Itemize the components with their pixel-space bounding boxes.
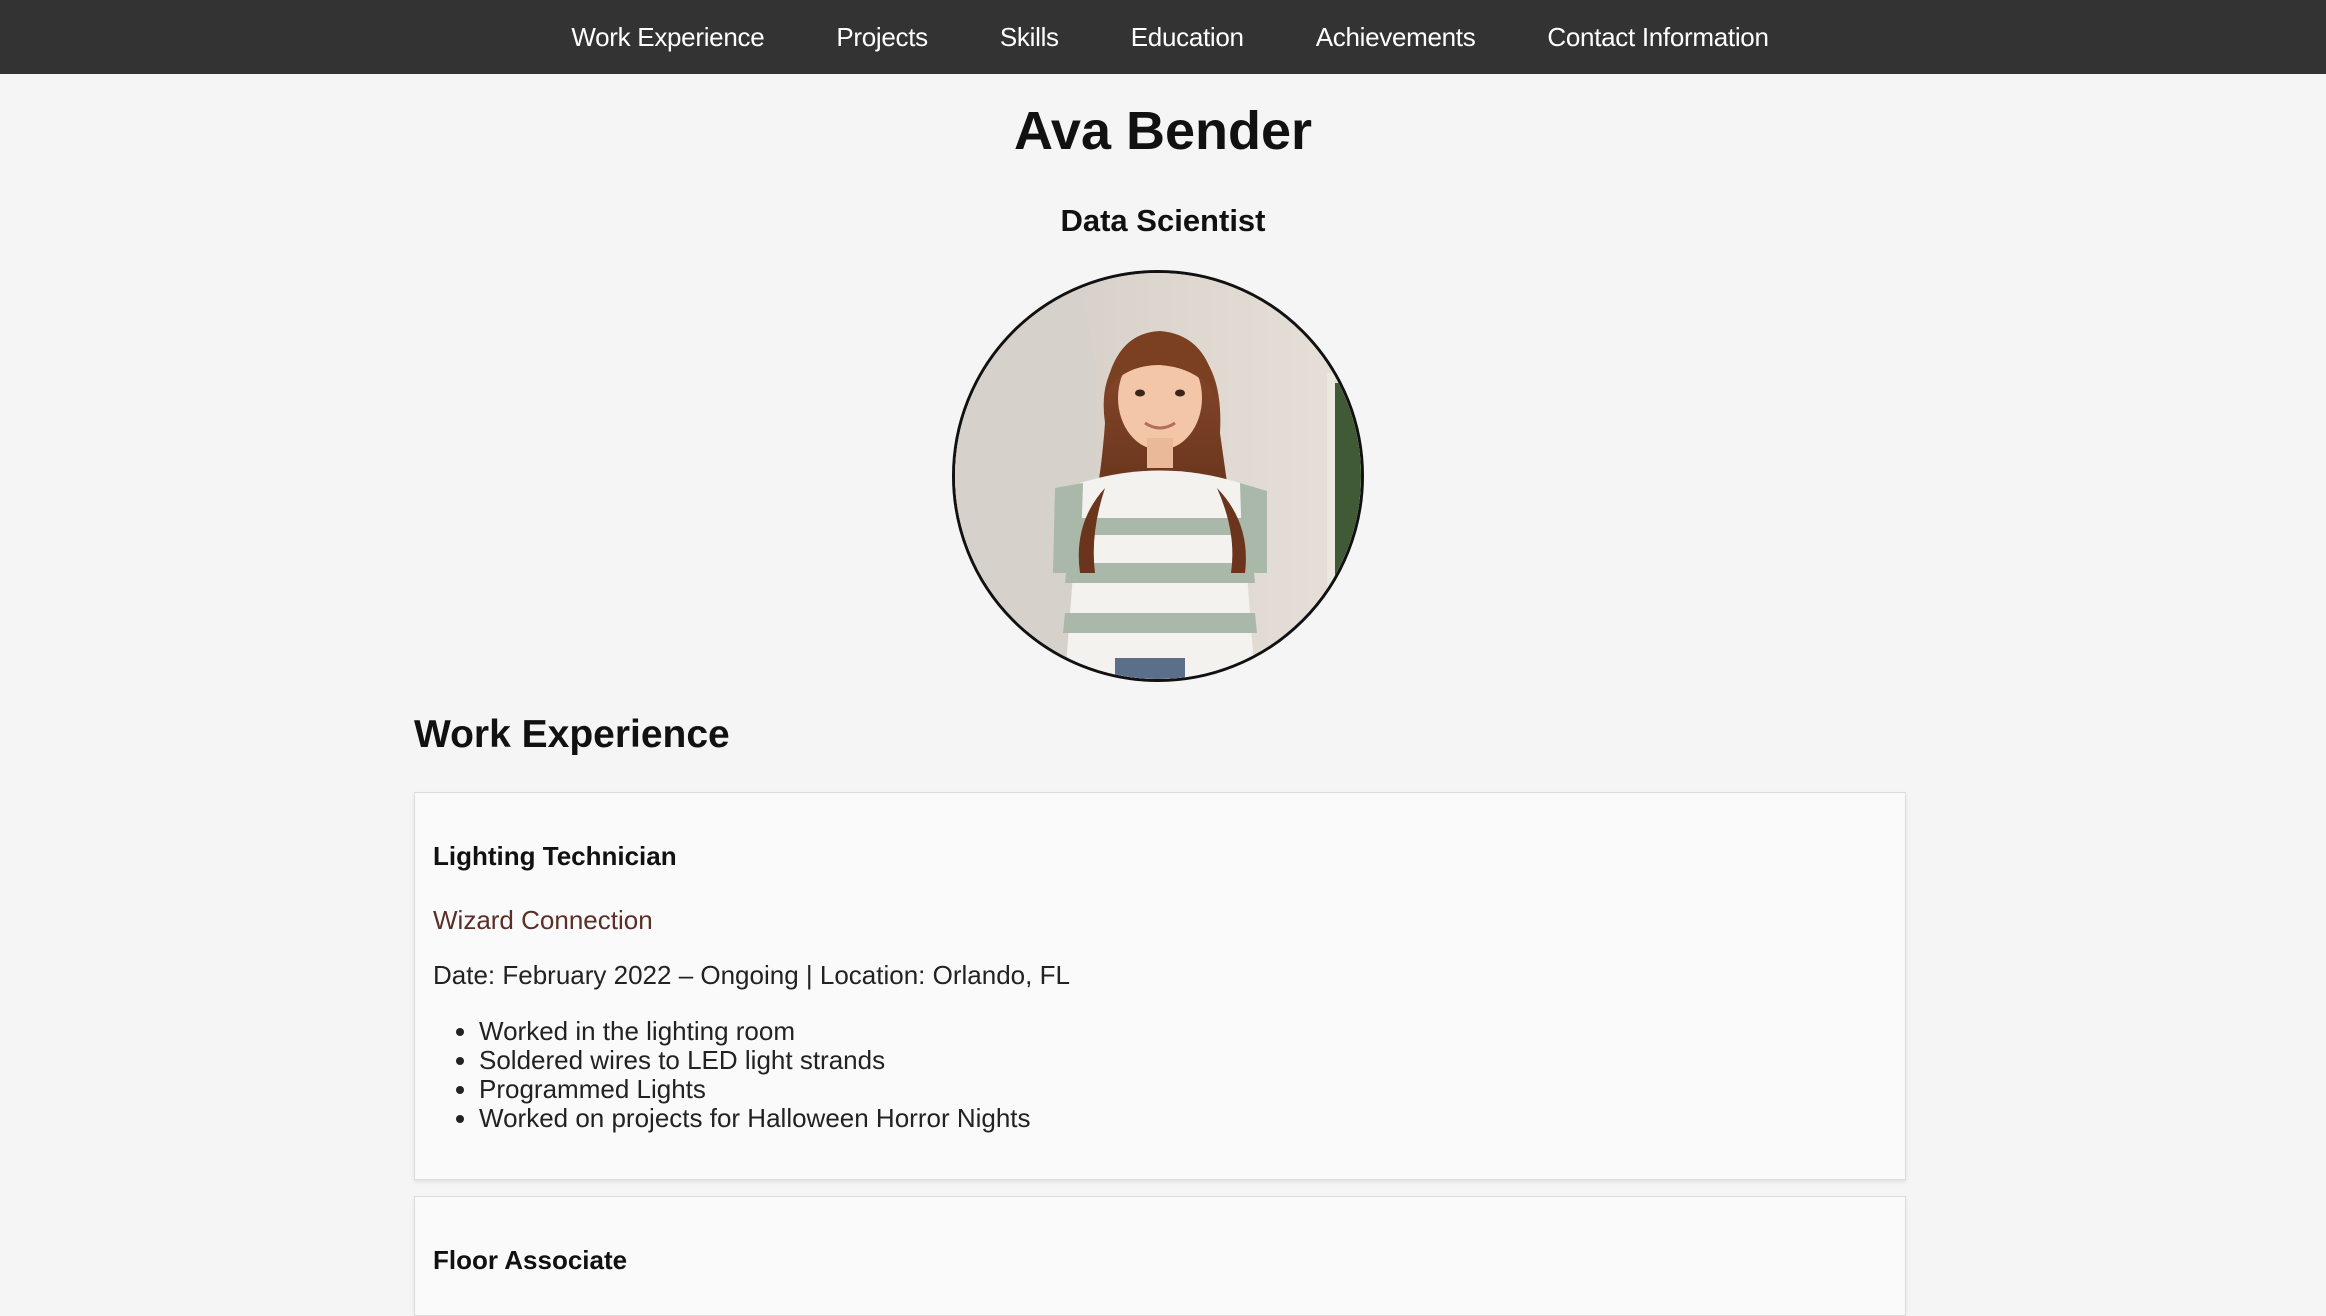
job-duties-list: Worked in the lighting room Soldered wir… bbox=[433, 1017, 1031, 1133]
list-item: Soldered wires to LED light strands bbox=[479, 1046, 1031, 1075]
nav-link-work-experience[interactable]: Work Experience bbox=[535, 0, 800, 74]
portrait-illustration bbox=[955, 273, 1361, 679]
nav-link-skills[interactable]: Skills bbox=[964, 0, 1095, 74]
nav-link-education[interactable]: Education bbox=[1095, 0, 1280, 74]
list-item: Worked on projects for Halloween Horror … bbox=[479, 1104, 1031, 1133]
work-experience-heading: Work Experience bbox=[414, 713, 730, 756]
job-company: Wizard Connection bbox=[433, 905, 653, 935]
nav-links: Work Experience Projects Skills Educatio… bbox=[535, 0, 1804, 74]
profile-title: Data Scientist bbox=[1060, 203, 1266, 238]
job-role: Lighting Technician bbox=[433, 841, 677, 871]
job-role: Floor Associate bbox=[433, 1245, 628, 1275]
list-item: Programmed Lights bbox=[479, 1075, 1031, 1104]
nav-link-achievements[interactable]: Achievements bbox=[1280, 0, 1512, 74]
nav-link-projects[interactable]: Projects bbox=[800, 0, 964, 74]
list-item: Worked in the lighting room bbox=[479, 1017, 1031, 1046]
job-card: Floor Associate bbox=[414, 1196, 1906, 1316]
nav-link-contact-information[interactable]: Contact Information bbox=[1511, 0, 1804, 74]
top-navigation: Work Experience Projects Skills Educatio… bbox=[0, 0, 2326, 74]
profile-photo bbox=[952, 270, 1364, 682]
profile-name: Ava Bender bbox=[1013, 101, 1313, 161]
job-meta: Date: February 2022 – Ongoing | Location… bbox=[433, 960, 1070, 990]
job-card: Lighting Technician Wizard Connection Da… bbox=[414, 792, 1906, 1180]
